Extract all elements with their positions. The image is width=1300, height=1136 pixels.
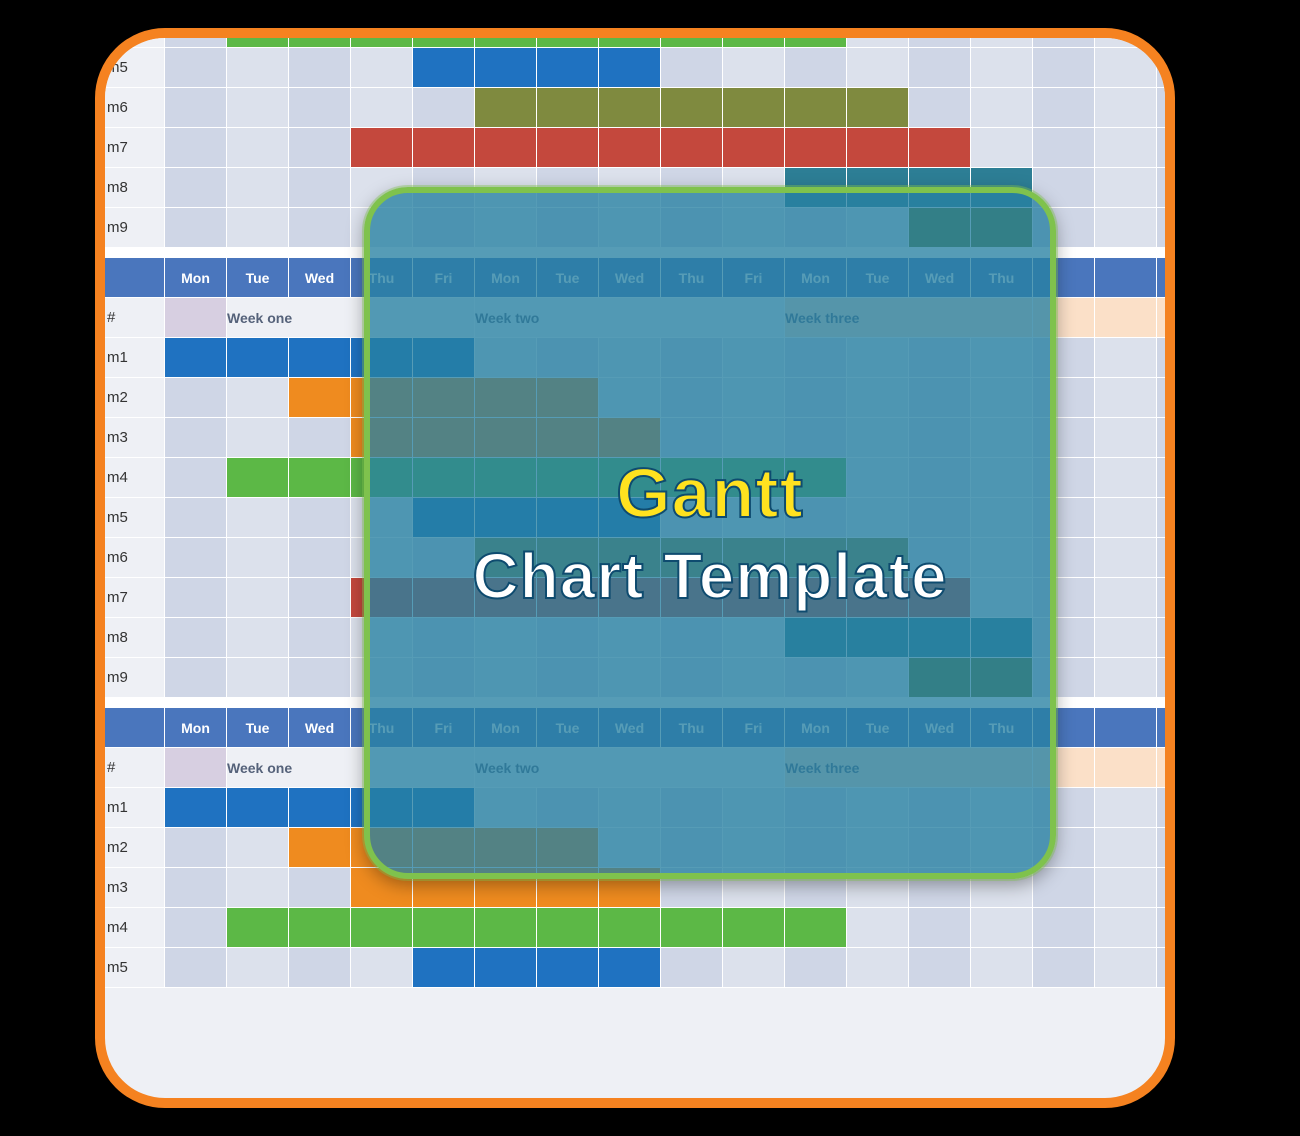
overlay-title: Gantt <box>616 453 804 533</box>
gantt-row: m4 <box>95 28 1175 48</box>
day-header: Mon <box>165 708 227 748</box>
row-label: m9 <box>95 208 165 248</box>
day-header: Wed <box>289 708 351 748</box>
day-header: Wed <box>289 258 351 298</box>
gantt-row: m5 <box>95 48 1175 88</box>
week-row-label: # <box>95 748 165 788</box>
row-label: m7 <box>95 578 165 618</box>
row-label: m1 <box>95 338 165 378</box>
row-label: m8 <box>95 618 165 658</box>
day-header: Tue <box>227 258 289 298</box>
row-label: m6 <box>95 88 165 128</box>
overlay-subtitle: Chart Template <box>472 539 947 613</box>
gantt-template-card: m4m5m6m7m8m9MonTueWedThuFriMonTueWedThuF… <box>95 28 1175 1108</box>
title-overlay: Gantt Chart Template <box>364 187 1056 879</box>
row-label: m7 <box>95 128 165 168</box>
day-header: Tue <box>227 708 289 748</box>
row-label: m5 <box>95 48 165 88</box>
gantt-row: m4 <box>95 908 1175 948</box>
row-label: m4 <box>95 908 165 948</box>
row-label <box>95 258 165 298</box>
row-label: m3 <box>95 418 165 458</box>
row-label: m6 <box>95 538 165 578</box>
row-label: m9 <box>95 658 165 698</box>
row-label: m1 <box>95 788 165 828</box>
day-header: Mon <box>165 258 227 298</box>
row-label <box>95 708 165 748</box>
row-label: m2 <box>95 378 165 418</box>
row-label: m3 <box>95 868 165 908</box>
week-row-label: # <box>95 298 165 338</box>
row-label: m5 <box>95 948 165 988</box>
row-label: m4 <box>95 458 165 498</box>
row-label: m5 <box>95 498 165 538</box>
gantt-row: m5 <box>95 948 1175 988</box>
row-label: m8 <box>95 168 165 208</box>
gantt-row: m6 <box>95 88 1175 128</box>
row-label: m2 <box>95 828 165 868</box>
gantt-row: m7 <box>95 128 1175 168</box>
row-label: m4 <box>95 28 165 48</box>
